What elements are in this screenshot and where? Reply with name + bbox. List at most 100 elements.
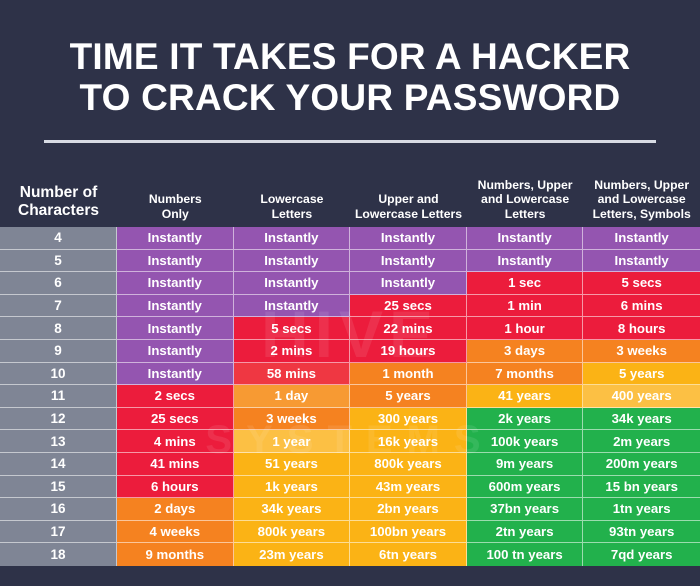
crack-time-cell: Instantly xyxy=(350,272,467,295)
header-text-line: Numbers xyxy=(148,192,202,206)
title-line-1: TIME IT TAKES FOR A HACKER xyxy=(69,36,631,77)
crack-time-cell: 4 weeks xyxy=(117,520,234,544)
crack-time-cell: 800k years xyxy=(233,520,351,544)
crack-time-cell: Instantly xyxy=(117,294,234,318)
infographic-page: HIVE SYSTEMS TIME IT TAKES FOR A HACKER … xyxy=(0,0,700,586)
crack-time-cell: 3 days xyxy=(466,339,584,363)
crack-time-cell: Instantly xyxy=(117,272,234,295)
row-label-character-count: 18 xyxy=(0,543,117,566)
crack-time-cell: Instantly xyxy=(466,249,584,273)
table-row: 13 4 mins 1 year 16k years 100k years 2m year… xyxy=(0,430,700,453)
crack-time-cell: 7 months xyxy=(466,362,584,386)
crack-time-cell: Instantly xyxy=(466,227,584,250)
header-text-line: Upper and xyxy=(378,192,439,206)
crack-time-cell: Instantly xyxy=(350,249,467,273)
row-label-character-count: 17 xyxy=(0,520,117,544)
crack-time-cell: 2m years xyxy=(583,430,700,453)
crack-time-cell: 37bn years xyxy=(466,498,584,521)
table-row: 7 Instantly Instantly 25 secs 1 min 6 mins xyxy=(0,294,700,318)
row-label-character-count: 14 xyxy=(0,452,117,476)
crack-time-cell: 7qd years xyxy=(583,543,700,566)
crack-time-cell: 2k years xyxy=(466,407,584,431)
crack-time-cell: 100 tn years xyxy=(466,543,584,566)
table-row: 9 Instantly 2 mins 19 hours 3 days 3 weeks xyxy=(0,339,700,363)
crack-time-cell: Instantly xyxy=(117,227,234,250)
crack-time-cell: 1 hour xyxy=(466,317,584,340)
table-row: 18 9 months 23m years 6tn years 100 tn years… xyxy=(0,543,700,566)
header-text-line: Numbers, Upper xyxy=(594,177,690,192)
crack-time-cell: 51 years xyxy=(233,452,351,476)
row-label-character-count: 9 xyxy=(0,339,117,363)
crack-time-cell: Instantly xyxy=(117,339,234,363)
crack-time-cell: 3 weeks xyxy=(233,407,351,431)
crack-time-cell: 1 month xyxy=(350,362,467,386)
row-label-character-count: 5 xyxy=(0,249,117,273)
crack-time-cell: 1 sec xyxy=(466,272,584,295)
table-row: 6 Instantly Instantly Instantly 1 sec 5 secs xyxy=(0,272,700,295)
crack-time-cell: 100k years xyxy=(466,430,584,453)
crack-time-cell: 5 secs xyxy=(233,317,351,340)
crack-time-cell: 2bn years xyxy=(350,498,467,521)
header-text-line: Lowercase Letters xyxy=(354,206,462,221)
crack-time-cell: 8 hours xyxy=(583,317,700,340)
crack-time-cell: Instantly xyxy=(350,227,467,250)
crack-time-cell: 6 mins xyxy=(583,294,700,318)
row-label-character-count: 15 xyxy=(0,475,117,499)
crack-time-cell: 100bn years xyxy=(350,520,467,544)
crack-time-cell: 34k years xyxy=(583,407,700,431)
table-row: 12 25 secs 3 weeks 300 years 2k years 34k yea… xyxy=(0,407,700,431)
crack-time-cell: 19 hours xyxy=(350,339,467,363)
table-row: 8 Instantly 5 secs 22 mins 1 hour 8 hours xyxy=(0,317,700,340)
crack-time-cell: Instantly xyxy=(233,249,351,273)
crack-time-cell: 41 mins xyxy=(117,452,234,476)
crack-time-cell: 9m years xyxy=(466,452,584,476)
row-label-character-count: 8 xyxy=(0,317,117,340)
header-text-line: Number of xyxy=(19,184,98,201)
header-text-line: Lowercase xyxy=(260,192,324,206)
header-text-line: Characters xyxy=(18,202,99,219)
table-row: 10 Instantly 58 mins 1 month 7 months 5 years xyxy=(0,362,700,386)
crack-time-cell: Instantly xyxy=(233,272,351,295)
crack-time-cell: 6tn years xyxy=(350,543,467,566)
bottom-strip xyxy=(0,565,700,574)
crack-time-cell: 16k years xyxy=(350,430,467,453)
crack-time-cell: Instantly xyxy=(117,317,234,340)
crack-time-cell: 400 years xyxy=(583,385,700,408)
crack-time-cell: 5 secs xyxy=(583,272,700,295)
crack-time-cell: 93tn years xyxy=(583,520,700,544)
crack-time-cell: 1tn years xyxy=(583,498,700,521)
crack-time-cell: 23m years xyxy=(233,543,351,566)
crack-time-cell: 1 day xyxy=(233,385,351,408)
crack-time-cell: 58 mins xyxy=(233,362,351,386)
header-text-line: Letters, Symbols xyxy=(592,206,691,221)
header-text-line: Letters xyxy=(504,206,546,221)
table-row: 16 2 days 34k years 2bn years 37bn years 1tn … xyxy=(0,498,700,521)
crack-time-cell: 22 mins xyxy=(350,317,467,340)
crack-time-cell: 1 year xyxy=(233,430,351,453)
header-text-line: Numbers, Upper xyxy=(477,177,573,192)
password-crack-time-table: 4 Instantly Instantly Instantly Instantly Ins… xyxy=(0,227,700,566)
crack-time-cell: Instantly xyxy=(117,362,234,386)
header-column-3: Upper and Lowercase Letters xyxy=(350,192,467,227)
crack-time-cell: Instantly xyxy=(233,294,351,318)
row-label-character-count: 7 xyxy=(0,294,117,318)
row-label-character-count: 12 xyxy=(0,407,117,431)
crack-time-cell: 800k years xyxy=(350,452,467,476)
crack-time-cell: 600m years xyxy=(466,475,584,499)
crack-time-cell: 15 bn years xyxy=(583,475,700,499)
row-label-character-count: 4 xyxy=(0,227,117,250)
page-title: TIME IT TAKES FOR A HACKER TO CRACK YOUR… xyxy=(0,0,700,143)
header-column-2: Lowercase Letters xyxy=(234,192,351,227)
crack-time-cell: Instantly xyxy=(583,227,700,250)
crack-time-cell: 9 months xyxy=(117,543,234,566)
crack-time-cell: 5 years xyxy=(583,362,700,386)
table-row: 15 6 hours 1k years 43m years 600m years 15 b… xyxy=(0,475,700,499)
row-label-character-count: 13 xyxy=(0,430,117,453)
crack-time-cell: 5 years xyxy=(350,385,467,408)
crack-time-cell: 25 secs xyxy=(117,407,234,431)
table-row: 4 Instantly Instantly Instantly Instantly Ins… xyxy=(0,227,700,250)
crack-time-cell: 4 mins xyxy=(117,430,234,453)
table-row: 14 41 mins 51 years 800k years 9m years 200m … xyxy=(0,452,700,476)
header-column-4: Numbers, Upper and Lowercase Letters xyxy=(467,178,584,228)
header-column-1: Numbers Only xyxy=(117,192,234,227)
